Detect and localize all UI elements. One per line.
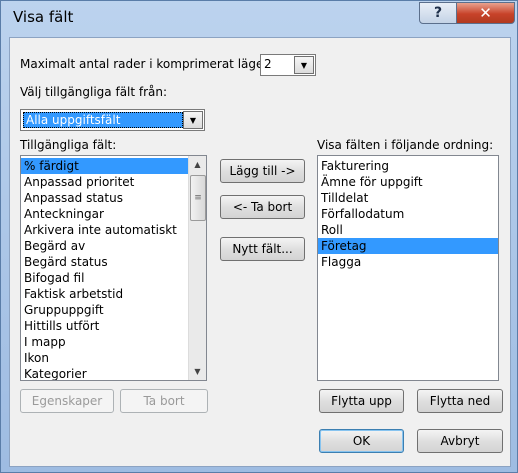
- scroll-up-icon[interactable]: ▲: [189, 156, 206, 173]
- list-item[interactable]: Begärd av: [21, 238, 188, 254]
- field-source-label: Välj tillgängliga fält från:: [20, 85, 168, 99]
- list-item[interactable]: I mapp: [21, 334, 188, 350]
- list-item[interactable]: Ämne för uppgift: [318, 174, 498, 190]
- title-bar: Visa fält ? ✕: [1, 1, 517, 35]
- dialog-title: Visa fält: [13, 8, 74, 26]
- chevron-down-icon[interactable]: ▼: [183, 111, 203, 129]
- list-item[interactable]: Gruppuppgift: [21, 302, 188, 318]
- scroll-thumb[interactable]: ≡: [190, 175, 206, 221]
- close-button[interactable]: ✕: [456, 2, 515, 24]
- list-item[interactable]: Tilldelat: [318, 190, 498, 206]
- close-icon: ✕: [479, 4, 492, 22]
- list-item[interactable]: Fakturering: [318, 158, 498, 174]
- scroll-down-icon[interactable]: ▼: [189, 363, 206, 380]
- move-down-button[interactable]: Flytta ned: [417, 389, 503, 413]
- list-item[interactable]: Anteckningar: [21, 206, 188, 222]
- shown-items: Fakturering Ämne för uppgift Tilldelat Förf…: [318, 158, 498, 270]
- list-item[interactable]: Anpassad status: [21, 190, 188, 206]
- properties-button[interactable]: Egenskaper: [20, 389, 114, 413]
- list-item[interactable]: Anpassad prioritet: [21, 174, 188, 190]
- help-icon: ?: [433, 5, 443, 21]
- list-item[interactable]: Förfallodatum: [318, 206, 498, 222]
- shown-fields-list[interactable]: Fakturering Ämne för uppgift Tilldelat Förf…: [317, 155, 499, 381]
- ok-button[interactable]: OK: [319, 429, 404, 453]
- compressed-rows-value: 2: [264, 57, 272, 71]
- list-item[interactable]: Kategorier: [21, 366, 188, 380]
- list-item[interactable]: Hittills utfört: [21, 318, 188, 334]
- available-items: % färdigt Anpassad prioritet Anpassad stat…: [21, 158, 188, 380]
- list-item[interactable]: Företag: [318, 238, 498, 254]
- list-item[interactable]: Arkivera inte automatiskt: [21, 222, 188, 238]
- available-fields-list[interactable]: % färdigt Anpassad prioritet Anpassad stat…: [20, 155, 207, 381]
- new-field-button[interactable]: Nytt fält...: [220, 237, 305, 261]
- list-item[interactable]: Faktisk arbetstid: [21, 286, 188, 302]
- list-item[interactable]: Ikon: [21, 350, 188, 366]
- available-scrollbar[interactable]: ▲ ≡ ▼: [188, 156, 206, 380]
- field-source-select[interactable]: Alla uppgiftsfält ▼: [20, 109, 205, 131]
- chevron-down-icon[interactable]: ▼: [294, 56, 314, 74]
- list-item[interactable]: Begärd status: [21, 254, 188, 270]
- available-fields-label: Tillgängliga fält:: [20, 138, 117, 152]
- cancel-button[interactable]: Avbryt: [417, 429, 503, 453]
- list-item[interactable]: % färdigt: [21, 158, 188, 174]
- move-up-button[interactable]: Flytta upp: [319, 389, 404, 413]
- list-item[interactable]: Roll: [318, 222, 498, 238]
- shown-fields-label: Visa fälten i följande ordning:: [317, 138, 494, 152]
- help-button[interactable]: ?: [419, 2, 457, 24]
- list-item[interactable]: Flagga: [318, 254, 498, 270]
- dialog-window: Visa fält ? ✕ Maximalt antal rader i kom…: [0, 0, 518, 473]
- remove-button[interactable]: <- Ta bort: [220, 195, 305, 219]
- compressed-rows-select[interactable]: 2 ▼: [260, 54, 316, 76]
- delete-button[interactable]: Ta bort: [120, 389, 208, 413]
- add-button[interactable]: Lägg till ->: [220, 159, 305, 183]
- field-source-value: Alla uppgiftsfält: [23, 112, 183, 128]
- list-item[interactable]: Bifogad fil: [21, 270, 188, 286]
- compressed-rows-label: Maximalt antal rader i komprimerat läge:: [20, 57, 268, 71]
- dialog-body: Maximalt antal rader i komprimerat läge:…: [9, 37, 511, 467]
